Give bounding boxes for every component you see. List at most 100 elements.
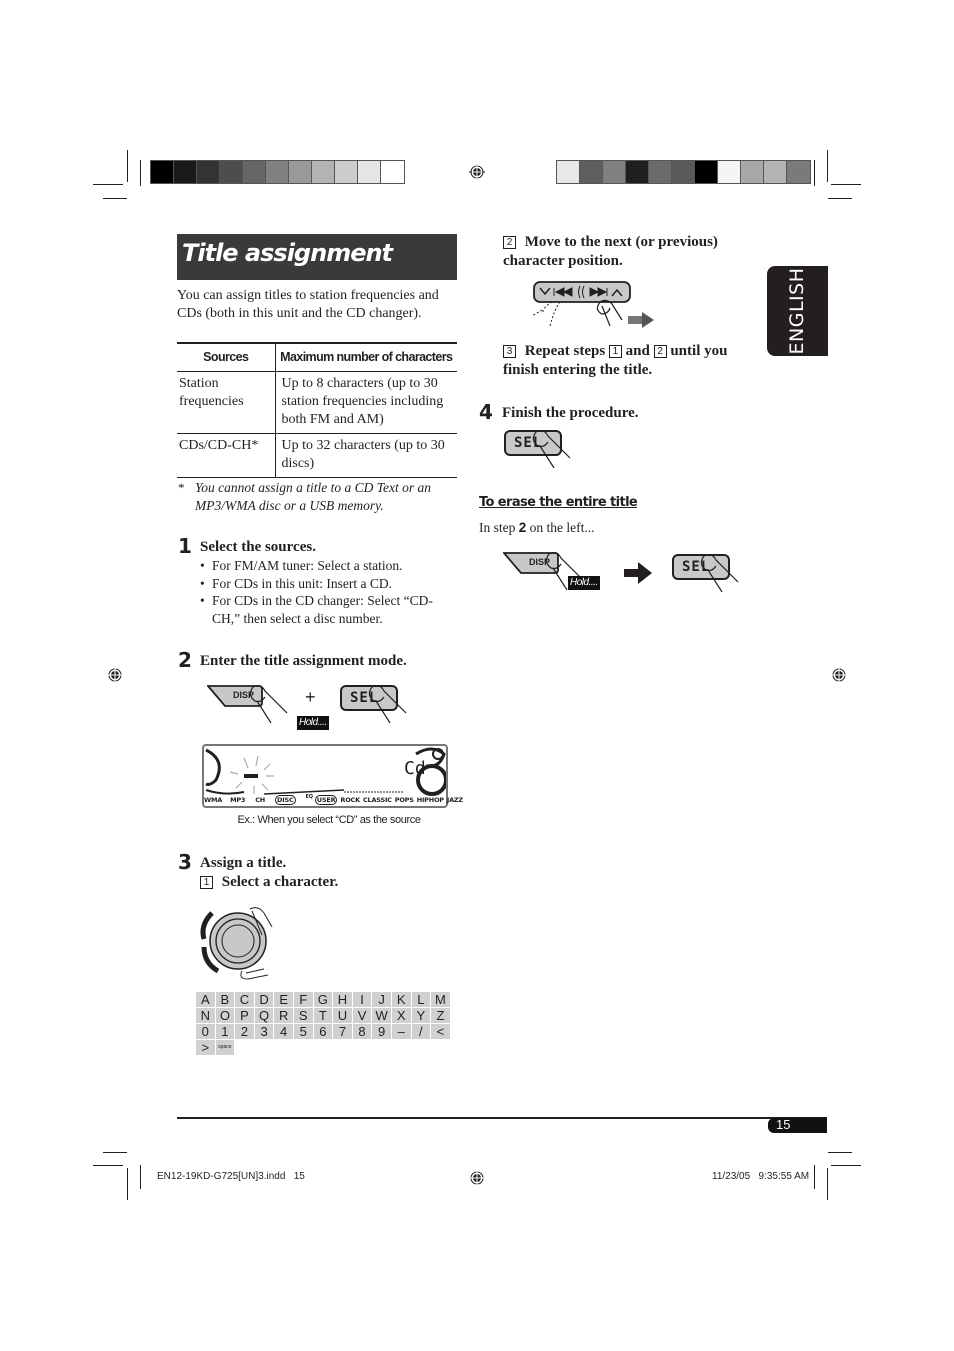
crop-mark bbox=[127, 1168, 128, 1200]
crop-mark bbox=[814, 160, 815, 186]
step-heading: Finish the procedure. bbox=[502, 405, 639, 421]
substep-number-box: 2 bbox=[503, 236, 516, 249]
crop-mark bbox=[103, 1152, 127, 1153]
character-cell: I bbox=[352, 992, 372, 1007]
finger-press-icon bbox=[368, 685, 407, 723]
lcd-indicator-row: WMA MP3 CH DISC EQ USER ROCK CLASSIC POPS HIPHOP J… bbox=[204, 794, 466, 805]
character-cell: X bbox=[391, 1008, 411, 1023]
crop-mark bbox=[828, 1152, 852, 1153]
color-swatch bbox=[197, 161, 220, 183]
color-swatch bbox=[151, 161, 174, 183]
character-cell: – bbox=[391, 1024, 411, 1039]
character-cell: N bbox=[196, 1008, 215, 1023]
table-header-sources: Sources bbox=[177, 342, 276, 372]
lcd-source-text: Cd bbox=[404, 758, 426, 779]
hold-label: Hold.... bbox=[568, 576, 600, 590]
color-swatch bbox=[266, 161, 289, 183]
finger-press-icon bbox=[700, 554, 739, 592]
list-item: For CDs in the CD changer: Select “CD-CH… bbox=[200, 592, 458, 627]
substep-text: and bbox=[625, 343, 650, 359]
registration-mark-icon bbox=[469, 164, 485, 180]
lcd-indicator: CLASSIC bbox=[362, 796, 392, 804]
table-cell-source: Station frequencies bbox=[177, 371, 276, 434]
color-swatch bbox=[672, 161, 695, 183]
arrow-right-icon bbox=[624, 562, 652, 584]
color-swatch bbox=[174, 161, 197, 183]
lcd-indicator: CH bbox=[255, 796, 266, 804]
footer-rule bbox=[177, 1117, 827, 1119]
character-cell: T bbox=[313, 1008, 333, 1023]
lcd-indicator: POPS bbox=[394, 796, 414, 804]
erase-text-after: on the left... bbox=[529, 520, 595, 535]
registration-mark-icon bbox=[469, 1170, 485, 1186]
crop-mark bbox=[103, 198, 127, 199]
character-cell: 1 bbox=[215, 1024, 235, 1039]
character-cell: 4 bbox=[274, 1024, 293, 1039]
finger-press-icon bbox=[249, 685, 288, 723]
character-cell: O bbox=[215, 1008, 235, 1023]
lcd-caption: Ex.: When you select “CD” as the source bbox=[237, 814, 421, 826]
substep-text: Repeat steps bbox=[524, 343, 606, 359]
crop-mark bbox=[127, 150, 128, 182]
character-cell: H bbox=[333, 992, 352, 1007]
color-swatch bbox=[220, 161, 243, 183]
character-cell: K bbox=[391, 992, 411, 1007]
color-swatch bbox=[718, 161, 741, 183]
character-cell: D bbox=[254, 992, 274, 1007]
intro-paragraph: You can assign titles to station frequen… bbox=[177, 288, 439, 321]
lcd-indicator: EQ bbox=[305, 794, 313, 800]
color-swatch bbox=[243, 161, 266, 183]
step-heading: Select the sources. bbox=[200, 539, 316, 555]
character-cell: 2 bbox=[235, 1024, 254, 1039]
sources-table: Sources Maximum number of characters Sta… bbox=[177, 342, 457, 478]
crop-mark bbox=[814, 1165, 815, 1189]
character-cell: 3 bbox=[254, 1024, 274, 1039]
crop-mark bbox=[93, 184, 123, 185]
character-cell: L bbox=[411, 992, 431, 1007]
crop-mark bbox=[827, 1168, 828, 1200]
page-title: Title assignment bbox=[182, 239, 393, 267]
crop-mark bbox=[140, 160, 141, 186]
erase-text-before: In step bbox=[479, 520, 516, 535]
character-cell: E bbox=[274, 992, 293, 1007]
language-tab: ENGLISH bbox=[767, 266, 828, 356]
control-dial-icon bbox=[200, 907, 273, 980]
lcd-indicator: HIPHOP bbox=[416, 796, 444, 804]
lcd-display: Cd WMA MP3 CH DISC EQ USER ROCK CLASSIC POPS HIPH… bbox=[202, 744, 463, 808]
crop-mark bbox=[93, 1165, 123, 1166]
lcd-indicator: MP3 bbox=[230, 796, 246, 804]
character-cell: / bbox=[411, 1024, 431, 1039]
character-cell: V bbox=[352, 1008, 372, 1023]
character-cell: 8 bbox=[352, 1024, 372, 1039]
color-swatch bbox=[626, 161, 649, 183]
step-ref-box: 2 bbox=[653, 345, 667, 358]
character-cell: R bbox=[274, 1008, 293, 1023]
color-swatch bbox=[741, 161, 764, 183]
page-number: 15 bbox=[776, 1117, 791, 1132]
character-cell: 7 bbox=[333, 1024, 352, 1039]
character-cell: > bbox=[196, 1040, 215, 1055]
character-cell: 5 bbox=[293, 1024, 313, 1039]
color-swatch bbox=[695, 161, 718, 183]
table-cell-limit: Up to 8 characters (up to 30 station fre… bbox=[275, 371, 457, 434]
crop-mark bbox=[831, 184, 861, 185]
footnote-mark: * bbox=[178, 480, 185, 495]
character-cell: M bbox=[431, 992, 450, 1007]
step-number: 2 bbox=[178, 648, 192, 672]
slug-filename: EN12-19KD-G725[UN]3.indd 15 bbox=[157, 1171, 305, 1182]
character-cell: A bbox=[196, 992, 215, 1007]
table-cell-source: CDs/CD-CH* bbox=[177, 433, 276, 478]
color-swatch bbox=[312, 161, 335, 183]
character-cell: Q bbox=[254, 1008, 274, 1023]
lcd-indicator: ROCK bbox=[340, 796, 360, 804]
table-row: CDs/CD-CH* Up to 32 characters (up to 30… bbox=[177, 433, 457, 478]
character-cell: S bbox=[293, 1008, 313, 1023]
character-cell: G bbox=[313, 992, 333, 1007]
substep-1: 1 Select a character. bbox=[200, 874, 338, 891]
character-cell: C bbox=[235, 992, 254, 1007]
character-cell: F bbox=[293, 992, 313, 1007]
step-number: 4 bbox=[479, 400, 493, 424]
color-swatch bbox=[335, 161, 358, 183]
crop-mark bbox=[828, 198, 852, 199]
color-calibration-bar-right bbox=[556, 160, 811, 184]
